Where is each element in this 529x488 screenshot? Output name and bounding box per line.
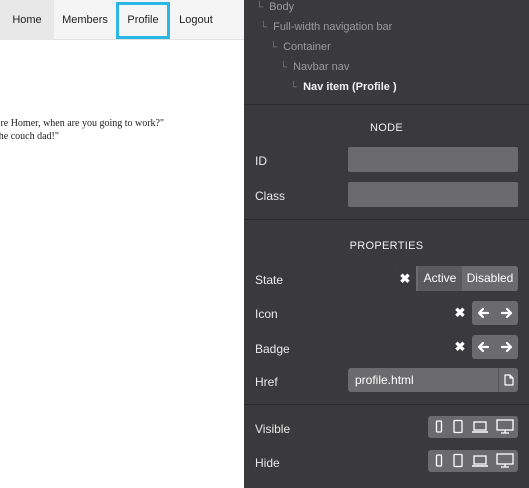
tree-elbow-icon: └	[270, 42, 278, 53]
hide-tablet-button[interactable]	[448, 450, 468, 472]
icon-prev-button[interactable]	[472, 301, 495, 325]
nav-item-home[interactable]: Home	[0, 0, 54, 40]
nav-item-members[interactable]: Members	[54, 0, 116, 40]
tree-item-navbar[interactable]: └ Full-width navigation bar	[260, 17, 392, 37]
tree-elbow-icon: └	[256, 2, 264, 13]
tree-item-container[interactable]: └ Container	[270, 37, 331, 57]
badge-clear-button[interactable]: ✖	[450, 335, 470, 359]
tree-item-body[interactable]: └ Body	[256, 0, 294, 17]
state-active-button[interactable]: Active	[418, 266, 462, 291]
nav-item-logout[interactable]: Logout	[170, 0, 222, 40]
icon-label: Icon	[255, 307, 278, 321]
arrow-right-icon	[500, 307, 513, 319]
tree-item-label: Container	[283, 41, 331, 53]
arrow-left-icon	[477, 341, 490, 353]
state-disabled-button[interactable]: Disabled	[462, 266, 518, 291]
icon-control: ✖	[450, 301, 518, 325]
laptop-icon	[472, 421, 488, 433]
visible-desktop-button[interactable]	[492, 416, 518, 438]
phone-icon	[435, 454, 443, 467]
visible-device-group	[428, 416, 518, 438]
tree-item-nav-item-current[interactable]: └ Nav item (Profile )	[290, 77, 397, 97]
icon-clear-button[interactable]: ✖	[450, 301, 470, 325]
href-value: profile.html	[355, 373, 414, 387]
badge-label: Badge	[255, 342, 290, 356]
visible-tablet-button[interactable]	[448, 416, 468, 438]
tree-elbow-icon: └	[290, 82, 298, 93]
visible-label: Visible	[255, 422, 291, 436]
href-file-picker-button[interactable]	[498, 368, 518, 392]
tree-item-label: Body	[269, 1, 295, 13]
desktop-icon	[496, 419, 514, 434]
tree-elbow-icon: └	[280, 62, 288, 73]
visible-laptop-button[interactable]	[468, 416, 492, 438]
nav-item-profile-selected[interactable]: Profile	[116, 2, 170, 39]
section-divider	[244, 219, 529, 220]
tree-item-navbar-nav[interactable]: └ Navbar nav	[280, 57, 349, 77]
icon-arrow-group	[472, 301, 518, 325]
tablet-icon	[453, 419, 463, 434]
badge-control: ✖	[450, 335, 518, 359]
state-label: State	[255, 273, 284, 287]
badge-prev-button[interactable]	[472, 335, 495, 359]
class-label: Class	[255, 189, 286, 203]
badge-next-button[interactable]	[495, 335, 518, 359]
quote-line-2: the couch dad!"	[0, 131, 59, 142]
file-icon	[504, 374, 514, 386]
class-field[interactable]	[348, 182, 518, 207]
state-segmented-control: ✖ Active Disabled	[394, 266, 518, 291]
hide-laptop-button[interactable]	[468, 450, 492, 472]
hide-desktop-button[interactable]	[492, 450, 518, 472]
tree-elbow-icon: └	[260, 22, 268, 33]
href-field[interactable]: profile.html	[348, 368, 518, 392]
href-label: Href	[255, 375, 278, 389]
arrow-right-icon	[500, 341, 513, 353]
icon-next-button[interactable]	[495, 301, 518, 325]
tree-item-label: Navbar nav	[293, 61, 350, 73]
inspector-panel: └ Body └ Full-width navigation bar └ Contai…	[244, 0, 529, 488]
section-divider	[244, 404, 529, 405]
section-divider	[244, 104, 529, 105]
phone-icon	[435, 420, 443, 433]
hide-device-group	[428, 450, 518, 472]
id-label: ID	[255, 154, 267, 168]
badge-arrow-group	[472, 335, 518, 359]
id-field[interactable]	[348, 147, 518, 172]
tree-item-label: Full-width navigation bar	[273, 21, 393, 33]
hide-phone-button[interactable]	[430, 450, 448, 472]
node-section-title: NODE	[370, 122, 403, 134]
tree-item-label: Nav item (Profile )	[303, 81, 397, 93]
hide-label: Hide	[255, 456, 280, 470]
laptop-icon	[472, 455, 488, 467]
state-clear-button[interactable]: ✖	[394, 266, 416, 291]
preview-navbar: Home Members Profile Logout	[0, 0, 244, 40]
quote-line-1: ere Homer, when are you going to work?"	[0, 118, 165, 129]
page-preview: Home Members Profile Logout ere Homer, w…	[0, 0, 244, 488]
properties-section-title: PROPERTIES	[349, 240, 424, 252]
desktop-icon	[496, 453, 514, 468]
arrow-left-icon	[477, 307, 490, 319]
visible-phone-button[interactable]	[430, 416, 448, 438]
tablet-icon	[453, 453, 463, 468]
